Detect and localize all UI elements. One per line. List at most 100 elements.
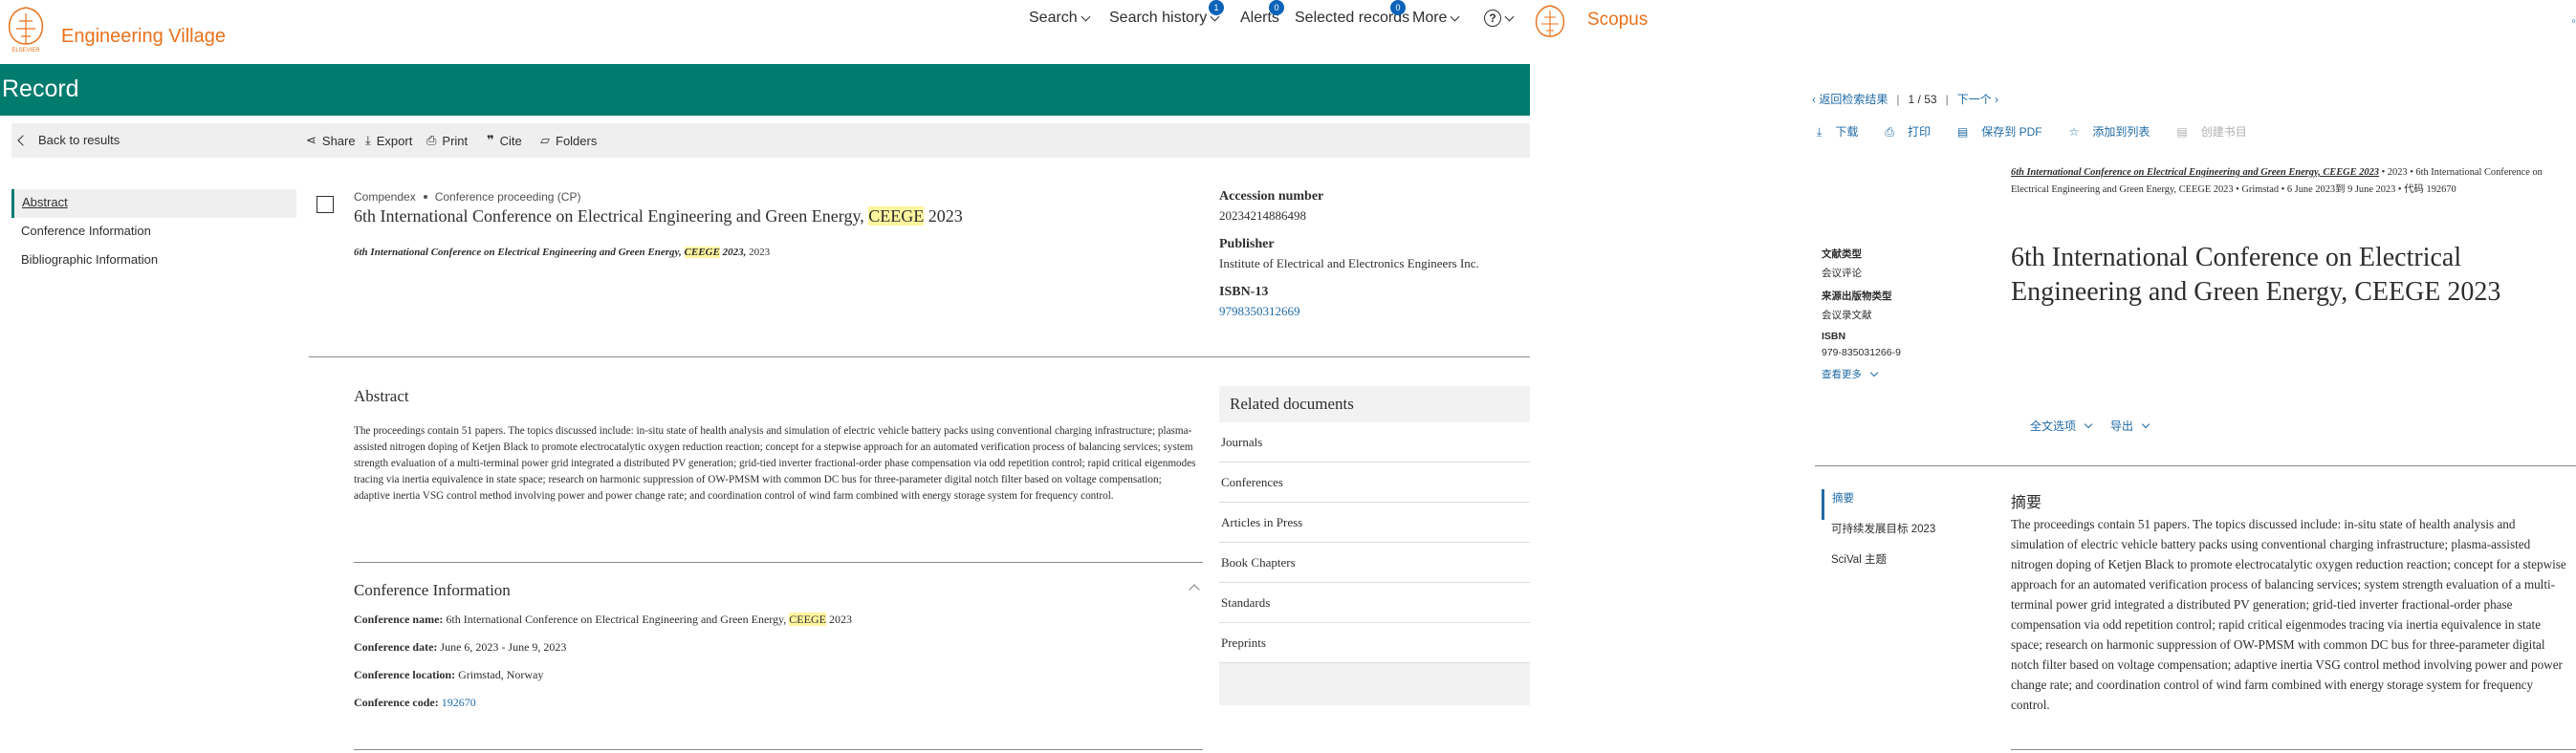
back-to-search-results-link[interactable]: ‹ 返回检索结果 [1812,91,1888,107]
document-options: 全文选项 导出 [2030,418,2168,434]
related-standards-link[interactable]: Standards [1219,583,1530,623]
tab-sdg[interactable]: 可持续发展目标 2023 [1822,520,1994,550]
conference-info-heading: Conference Information [354,581,511,599]
add-to-list-button[interactable]: ☆ 添加到列表 [2069,123,2164,140]
abstract-text: The proceedings contain 51 papers. The t… [354,425,1196,502]
full-text-options-label: 全文选项 [2030,420,2077,433]
select-record-checkbox[interactable] [317,196,334,213]
related-book-chapters-link[interactable]: Book Chapters [1219,543,1530,583]
add-to-list-label: 添加到列表 [2092,125,2150,139]
alerts-badge: 0 [1269,0,1284,15]
source-title: 6th International Conference on Electric… [354,247,685,258]
related-conferences-link[interactable]: Conferences [1219,463,1530,503]
nav-search[interactable]: Search [1029,10,1091,27]
help-icon: ? [1484,10,1501,27]
print-button[interactable]: ⎙ Print [426,133,468,148]
record-title: Record [2,75,79,102]
section-divider [354,749,1203,750]
next-result-label: 下一个 [1956,93,1992,106]
download-button[interactable]: ⤓ 下载 [1817,123,1871,140]
related-documents-panel: Related documents Journals Conferences A… [1219,386,1530,705]
print-button[interactable]: ⎙ 打印 [1885,123,1944,140]
nav-search-label: Search [1029,10,1078,26]
nav-selected-records[interactable]: Selected records 0 [1295,0,1409,27]
tab-abstract[interactable]: 摘要 [1822,489,1994,520]
record-metadata: Accession number 20234214886498 Publishe… [1219,189,1525,333]
bullet-icon [423,195,427,199]
create-bibliography-label: 创建书目 [2200,125,2247,139]
share-label: Share [321,133,356,148]
back-to-results-label: Back to results [38,133,120,147]
chevron-left-icon [17,134,29,146]
share-button[interactable]: ⋖ Share [306,133,356,148]
folders-button[interactable]: ▱ Folders [540,133,597,148]
section-divider [1815,465,2576,466]
ev-brand-name[interactable]: Engineering Village [61,26,226,48]
scopus-brand-name[interactable]: Scopus [1587,10,1648,31]
export-dropdown-button[interactable]: 导出 [2110,418,2150,434]
nav-more-label: More [1412,10,1448,26]
print-icon: ⎙ [1885,125,1894,139]
save-pdf-label: 保存到 PDF [1981,125,2042,139]
tab-scival-topics[interactable]: SciVal 主题 [1822,550,1994,581]
scopus-doc-metadata: 文献类型 会议评论 来源出版物类型 会议录文献 ISBN 979-8350312… [1822,247,1994,381]
ev-header: ELSEVIER Engineering Village Search Sear… [0,0,1530,63]
source-type-label: 来源出版物类型 [1822,290,1892,302]
star-icon: ☆ [2068,125,2080,139]
share-icon: ⋖ [306,133,317,147]
sidenav-conference-information[interactable]: Conference Information [11,218,296,247]
record-toolbar: Back to results ⋖ Share ⤓ Export ⎙ Print ❞ C… [11,123,1530,158]
save-pdf-button[interactable]: ▤ 保存到 PDF [1957,123,2056,140]
related-preprints-link[interactable]: Preprints [1219,623,1530,663]
isbn-label: ISBN-13 [1219,285,1269,299]
publisher-label: Publisher [1219,237,1275,251]
chevron-down-icon [2084,420,2093,428]
download-icon: ⤓ [1817,125,1823,139]
show-more-button[interactable]: 查看更多 [1822,367,1994,381]
result-pager: ‹ 返回检索结果 | 1 / 53 | 下一个 › [1812,91,1998,107]
nav-alerts[interactable]: Alerts 0 [1240,0,1284,27]
nav-more[interactable]: More [1412,10,1460,27]
collapse-chevron-icon[interactable] [1189,584,1200,595]
sidenav-abstract[interactable]: Abstract [11,189,296,218]
document-source: 6th International Conference on Electric… [354,247,770,258]
source-info-line: 6th International Conference on Electric… [2011,164,2565,199]
isbn-link[interactable]: 9798350312669 [1219,304,1525,319]
cite-button[interactable]: ❞ Cite [487,133,522,148]
source-title-link[interactable]: 6th International Conference on Electric… [2011,167,2379,178]
export-button[interactable]: ⤓ Export [365,133,412,148]
full-text-options-button[interactable]: 全文选项 [2030,418,2093,434]
related-journals-link[interactable]: Journals [1219,422,1530,463]
conference-location-row: Conference location: Grimstad, Norway [354,668,543,682]
chevron-down-icon [1081,11,1091,21]
nav-help[interactable]: ? [1484,10,1515,27]
section-divider [309,356,1530,357]
nav-search-history[interactable]: Search history 1 [1109,0,1224,27]
elsevier-logo-icon[interactable] [1530,2,1570,44]
isbn-label: ISBN [1822,331,1846,342]
account-edge-icon[interactable]: ◦ [2571,13,2576,28]
chevron-down-icon [1869,368,1879,376]
show-more-label: 查看更多 [1822,369,1862,380]
selected-records-badge: 0 [1390,0,1406,15]
conference-date-row: Conference date: June 6, 2023 - June 9, … [354,640,566,655]
abstract-heading: Abstract [354,387,409,405]
scopus-panel: Scopus ◦ ‹ 返回检索结果 | 1 / 53 | 下一个 › ⤓ 下载 ⎙… [1530,0,2576,753]
doc-type-label: Conference proceeding (CP) [434,190,581,204]
pdf-icon: ▤ [1956,125,1969,139]
accession-number-label: Accession number [1219,189,1324,204]
accession-number-value: 20234214886498 [1219,208,1306,223]
quote-icon: ❞ [487,133,494,147]
related-articles-in-press-link[interactable]: Articles in Press [1219,503,1530,543]
conference-date-label: Conference date: [354,640,438,654]
conference-code-link[interactable]: 192670 [442,696,476,709]
next-result-link[interactable]: 下一个 › [1957,91,1998,107]
elsevier-logo-icon[interactable]: ELSEVIER [2,2,50,54]
conference-name-label: Conference name: [354,613,444,626]
sidenav-bibliographic-information[interactable]: Bibliographic Information [11,247,296,275]
isbn-value: 979-835031266-9 [1822,347,1901,358]
conference-date-value: June 6, 2023 - June 9, 2023 [437,640,567,654]
back-to-results-link[interactable]: Back to results [17,133,120,147]
create-bibliography-button[interactable]: ▤ 创建书目 [2176,123,2259,140]
document-title: 6th International Conference on Electric… [354,206,963,226]
